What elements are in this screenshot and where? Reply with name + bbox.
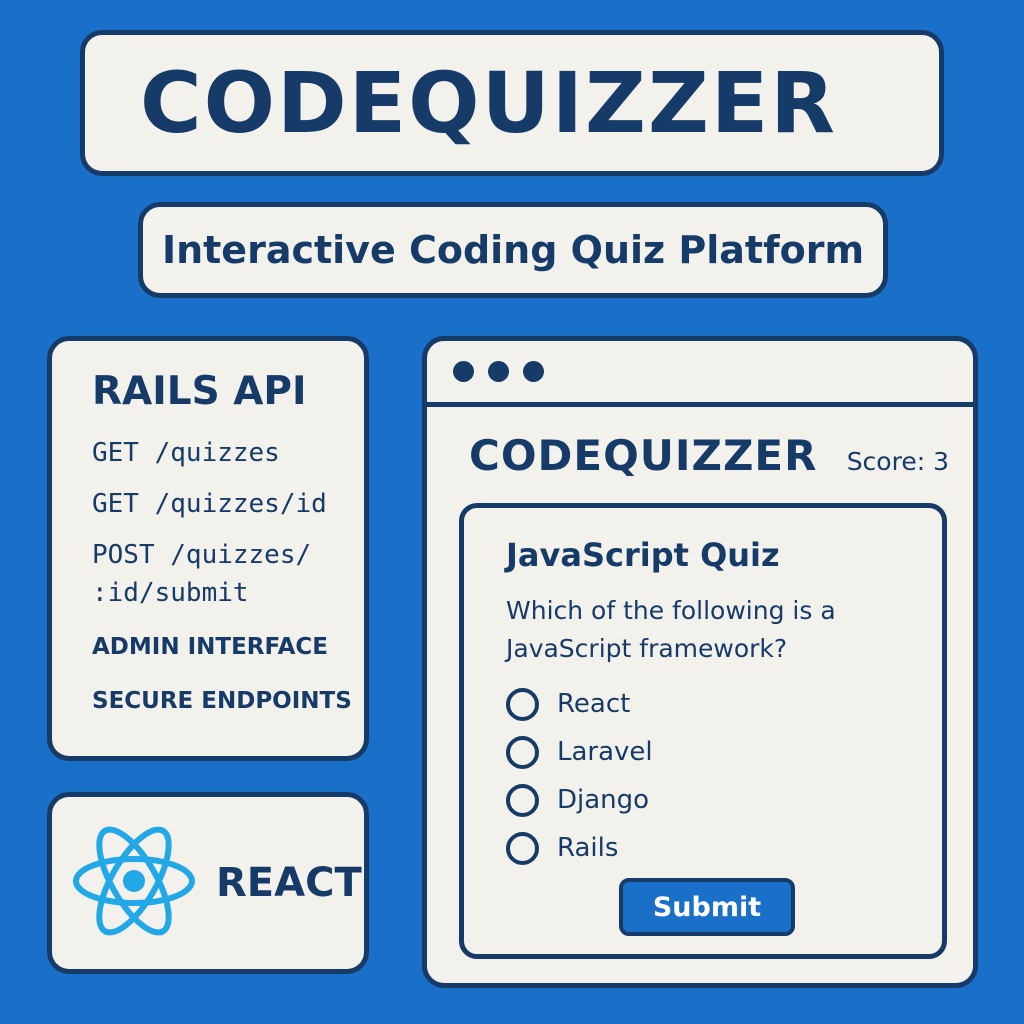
quiz-card: JavaScript Quiz Which of the following i… (459, 503, 947, 959)
option-label: React (557, 689, 631, 719)
feature-item: ADMIN INTERFACE (92, 634, 328, 660)
app-name: CODEQUIZZER (469, 431, 818, 480)
react-label: REACT (216, 860, 362, 906)
endpoint-item: :id/submit (92, 578, 249, 608)
answer-option[interactable]: Rails (506, 824, 942, 872)
answer-option[interactable]: Django (506, 776, 942, 824)
subtitle-banner: Interactive Coding Quiz Platform (138, 202, 888, 298)
app-header: CODEQUIZZER Score: 3 (427, 407, 973, 480)
feature-item: SECURE ENDPOINTS (92, 688, 352, 714)
window-dot-icon[interactable] (523, 361, 544, 382)
window-dot-icon[interactable] (453, 361, 474, 382)
score-value: 3 (933, 447, 949, 476)
radio-button[interactable] (506, 831, 539, 865)
option-label: Django (557, 785, 650, 815)
option-label: Rails (557, 833, 619, 863)
quiz-title: JavaScript Quiz (506, 536, 780, 574)
endpoint-item: POST /quizzes/ (92, 540, 312, 570)
endpoint-list: GET /quizzes GET /quizzes/id POST /quizz… (92, 434, 364, 612)
rails-api-card: RAILS API GET /quizzes GET /quizzes/id P… (47, 336, 369, 761)
score-label: Score: (846, 447, 926, 476)
endpoint-item: GET /quizzes (92, 438, 280, 468)
react-atom-icon (70, 823, 198, 943)
radio-button[interactable] (506, 687, 539, 721)
option-label: Laravel (557, 737, 653, 767)
answer-option[interactable]: React (506, 680, 942, 728)
answer-option[interactable]: Laravel (506, 728, 942, 776)
submit-button[interactable]: Submit (619, 878, 795, 936)
radio-button[interactable] (506, 783, 539, 817)
window-dot-icon[interactable] (488, 361, 509, 382)
rails-api-heading: RAILS API (92, 369, 307, 414)
page-subtitle: Interactive Coding Quiz Platform (161, 228, 865, 272)
react-card: REACT (47, 792, 369, 974)
radio-button[interactable] (506, 735, 539, 769)
endpoint-item: GET /quizzes/id (92, 489, 327, 519)
title-banner: CODEQUIZZER (80, 30, 944, 176)
app-window: CODEQUIZZER Score: 3 JavaScript Quiz Whi… (422, 336, 978, 988)
quiz-question: Which of the following is a JavaScript f… (506, 596, 836, 663)
window-titlebar (427, 341, 973, 407)
page-title: CODEQUIZZER (140, 54, 837, 152)
score-display: Score: 3 (847, 447, 949, 476)
